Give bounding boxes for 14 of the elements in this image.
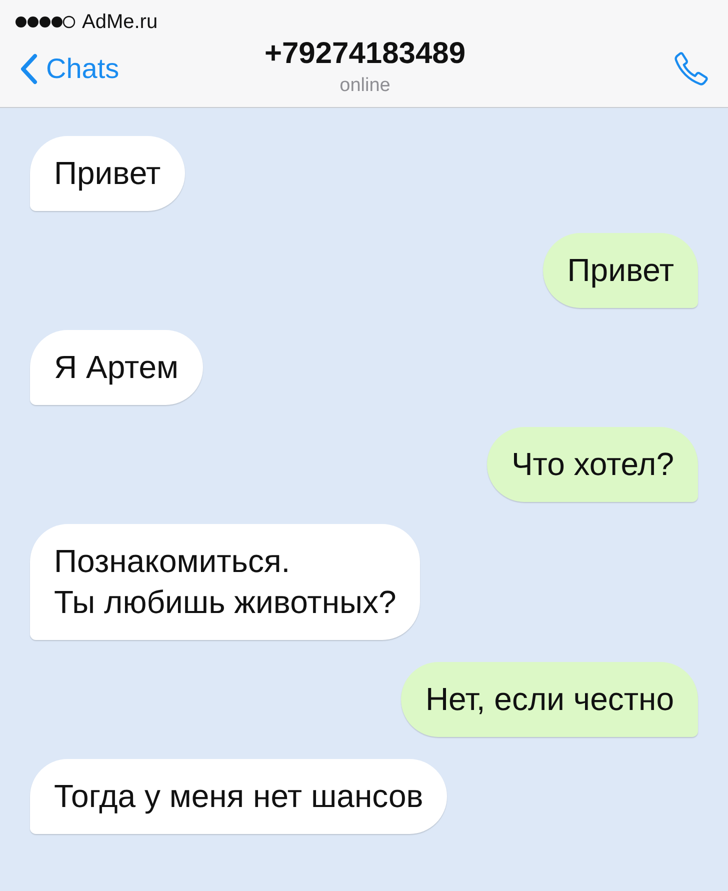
incoming-message: Познакомиться. Ты любишь животных? (30, 524, 420, 640)
incoming-message: Я Артем (30, 330, 203, 405)
contact-number: +79274183489 (264, 37, 466, 71)
outgoing-message: Что хотел? (487, 427, 698, 502)
outgoing-message: Нет, если честно (401, 662, 698, 737)
contact-status: online (340, 75, 390, 97)
back-chevron-icon (20, 53, 38, 85)
phone-icon[interactable] (672, 50, 710, 88)
back-button[interactable]: Chats (20, 53, 120, 85)
signal-icon (14, 15, 76, 29)
incoming-message: Тогда у меня нет шансов (30, 759, 448, 834)
carrier-name: AdMe.ru (82, 10, 158, 34)
outgoing-message: Привет (543, 233, 698, 308)
incoming-message: Привет (30, 136, 185, 211)
